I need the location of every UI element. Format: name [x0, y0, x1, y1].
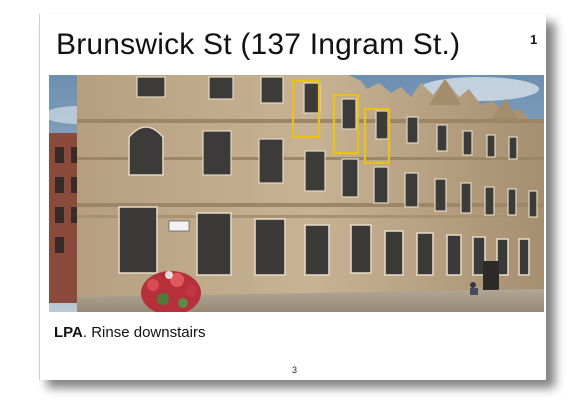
slide-corner-number: 1: [530, 32, 538, 47]
slide: Brunswick St (137 Ingram St.) 1 LPA. Rin…: [39, 14, 546, 380]
caption-bold: LPA: [54, 324, 83, 341]
page-number: 3: [292, 365, 298, 375]
screen: Brunswick St (137 Ingram St.) 1 LPA. Rin…: [0, 0, 573, 407]
building-photo: [49, 75, 544, 312]
caption-text: . Rinse downstairs: [82, 324, 206, 341]
slide-title: Brunswick St (137 Ingram St.): [56, 28, 461, 61]
slide-caption: LPA. Rinse downstairs: [54, 324, 205, 341]
